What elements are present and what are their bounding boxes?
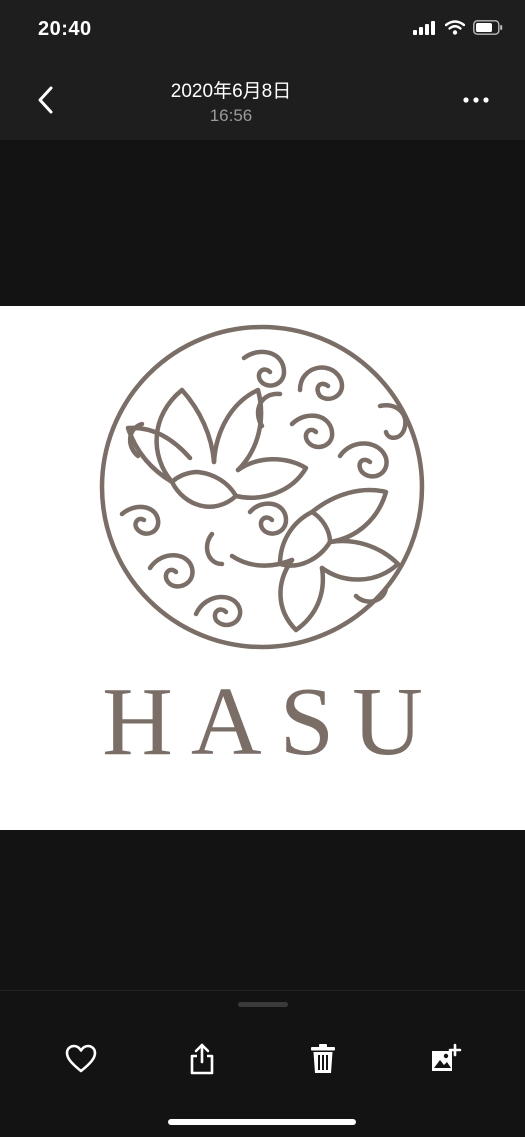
drag-handle[interactable] xyxy=(238,1002,288,1007)
logo-wordmark: HASU xyxy=(102,668,441,776)
favorite-button[interactable] xyxy=(63,1041,99,1077)
status-bar: 20:40 xyxy=(0,0,525,60)
photo-time: 16:56 xyxy=(209,106,253,125)
cellular-signal-icon xyxy=(413,20,435,35)
nav-bar: 2020年6月8日 16:56 xyxy=(0,60,525,140)
more-icon xyxy=(463,97,489,103)
status-time: 20:40 xyxy=(38,18,92,40)
bottom-toolbar xyxy=(0,990,525,1137)
add-to-album-button[interactable] xyxy=(428,1041,464,1077)
add-to-album-icon xyxy=(432,1043,462,1071)
photo-date: 2020年6月8日 xyxy=(170,81,292,102)
share-button[interactable] xyxy=(184,1041,220,1077)
photo-view[interactable]: HASU xyxy=(0,306,525,830)
lotus-emblem xyxy=(99,324,425,650)
trash-icon xyxy=(311,1044,335,1073)
wifi-icon xyxy=(445,20,465,35)
status-icons xyxy=(413,20,503,35)
delete-button[interactable] xyxy=(305,1041,341,1077)
home-indicator[interactable] xyxy=(168,1119,356,1125)
heart-icon xyxy=(65,1044,97,1073)
more-button[interactable] xyxy=(461,88,491,112)
battery-icon xyxy=(473,20,503,35)
share-icon xyxy=(190,1043,214,1075)
